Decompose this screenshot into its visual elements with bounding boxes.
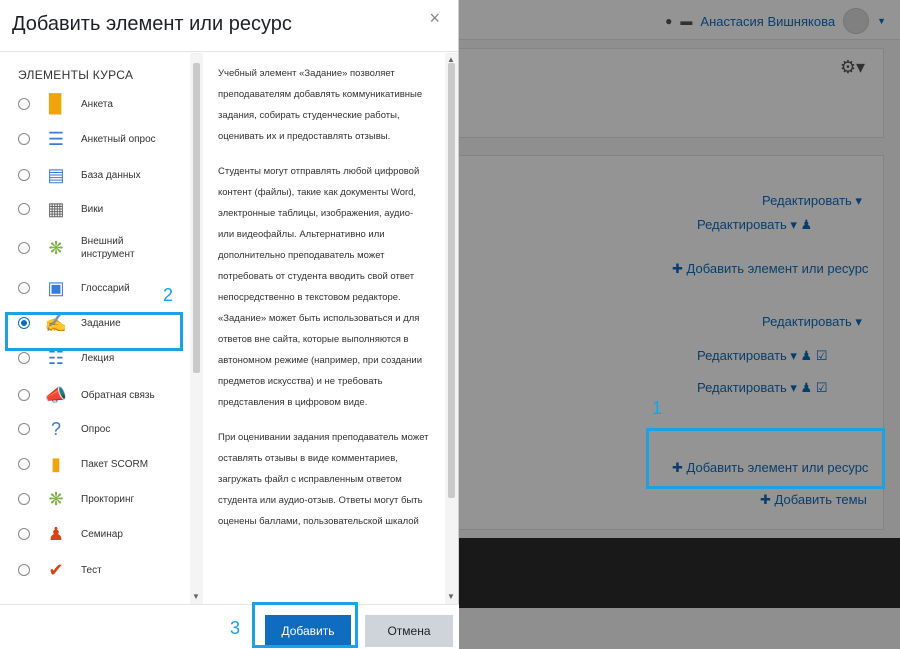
scorm-icon: ▮ xyxy=(51,453,61,474)
activity-option-label: Прокторинг xyxy=(81,493,135,505)
activity-option[interactable]: ❋ Прокторинг xyxy=(0,488,190,510)
activity-option[interactable]: ✔ Тест xyxy=(0,559,190,581)
activity-option-label: База данных xyxy=(81,169,141,181)
glossary-icon: ▣ xyxy=(47,277,65,298)
radio-button[interactable] xyxy=(18,282,30,294)
radio-button[interactable] xyxy=(18,528,30,540)
annotation-box-step2 xyxy=(5,312,183,351)
wiki-icon: ▦ xyxy=(47,198,65,219)
survey-icon: ▉ xyxy=(49,93,63,114)
activity-option[interactable]: ▉ Анкета xyxy=(0,93,190,115)
close-icon[interactable]: × xyxy=(429,8,440,29)
activity-option-label: Семинар xyxy=(81,528,123,540)
database-icon: ▤ xyxy=(47,164,65,185)
radio-button[interactable] xyxy=(18,564,30,576)
activity-option[interactable]: ▦ Вики xyxy=(0,198,190,220)
activity-option[interactable]: ❋ Внешний инструмент xyxy=(0,231,190,265)
scroll-down-icon[interactable]: ▼ xyxy=(447,592,455,601)
description-paragraph: Студенты могут отправлять любой цифровой… xyxy=(218,166,423,408)
radio-button[interactable] xyxy=(18,493,30,505)
activity-option[interactable]: 📣 Обратная связь xyxy=(0,384,190,406)
feedback-icon: 📣 xyxy=(44,384,68,405)
activity-option[interactable]: ☰ Анкетный опрос xyxy=(0,128,190,150)
description-scrollbar[interactable]: ▲ ▼ xyxy=(445,53,458,604)
activity-option[interactable]: ▤ База данных xyxy=(0,164,190,186)
annotation-box-step1 xyxy=(646,428,885,489)
activity-option-label: Внешний инструмент xyxy=(81,236,135,260)
choice-icon: ? xyxy=(50,418,61,439)
annotation-box-step3 xyxy=(252,602,358,648)
activity-option-label: Пакет SCORM xyxy=(81,458,149,470)
quiz-icon: ✔ xyxy=(48,559,64,580)
activity-option-label: Анкета xyxy=(81,98,113,110)
annotation-step3: 3 xyxy=(230,618,241,638)
cancel-button[interactable]: Отмена xyxy=(365,615,453,647)
proctoring-icon: ❋ xyxy=(48,488,64,509)
activity-option[interactable]: ♟ Семинар xyxy=(0,523,190,545)
annotation-step1: 1 xyxy=(652,398,663,418)
description-paragraph: При оценивании задания преподаватель мож… xyxy=(218,432,429,527)
annotation-step2: 2 xyxy=(163,285,174,305)
scroll-down-icon[interactable]: ▼ xyxy=(192,592,200,601)
activity-option-label: Тест xyxy=(81,564,102,576)
radio-button[interactable] xyxy=(18,98,30,110)
activity-list-scrollbar[interactable]: ▼ xyxy=(190,53,203,604)
activity-option[interactable]: ▣ Глоссарий xyxy=(0,277,190,299)
activity-option-label: Лекция xyxy=(81,352,115,364)
activity-option-label: Опрос xyxy=(81,423,111,435)
scrollbar-thumb[interactable] xyxy=(193,63,200,373)
activity-option-label: Анкетный опрос xyxy=(81,133,156,145)
radio-button[interactable] xyxy=(18,352,30,364)
radio-button[interactable] xyxy=(18,133,30,145)
activity-description: Учебный элемент «Задание» позволяет преп… xyxy=(203,53,445,604)
section-heading: ЭЛЕМЕНТЫ КУРСА xyxy=(18,68,134,82)
activity-option[interactable]: ? Опрос xyxy=(0,418,190,440)
radio-button[interactable] xyxy=(18,389,30,401)
activity-option[interactable]: ▮ Пакет SCORM xyxy=(0,453,190,475)
external-tool-icon: ❋ xyxy=(48,237,64,258)
dialog-header: Добавить элемент или ресурс × xyxy=(0,0,458,52)
questionnaire-icon: ☰ xyxy=(47,128,65,149)
radio-button[interactable] xyxy=(18,169,30,181)
workshop-icon: ♟ xyxy=(47,523,65,544)
activity-option-label: Вики xyxy=(81,203,104,215)
description-paragraph: Учебный элемент «Задание» позволяет преп… xyxy=(218,68,423,142)
radio-button[interactable] xyxy=(18,458,30,470)
dialog-title: Добавить элемент или ресурс xyxy=(12,13,292,35)
radio-button[interactable] xyxy=(18,203,30,215)
activity-option-label: Обратная связь xyxy=(81,389,155,401)
activity-option-label: Глоссарий xyxy=(81,282,130,294)
radio-button[interactable] xyxy=(18,423,30,435)
scrollbar-thumb[interactable] xyxy=(448,63,455,498)
radio-button[interactable] xyxy=(18,242,30,254)
